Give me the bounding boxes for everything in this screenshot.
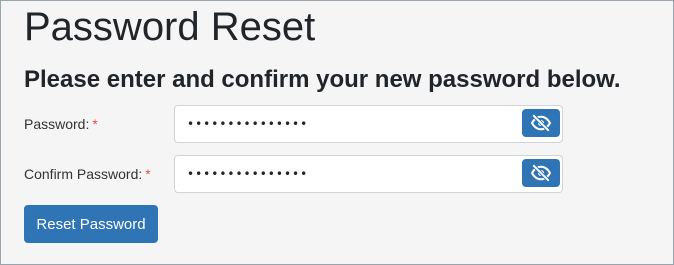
password-label: Password: *	[24, 115, 98, 133]
page-title: Password Reset	[24, 5, 316, 49]
confirm-password-label: Confirm Password: *	[24, 165, 151, 183]
confirm-password-input[interactable]	[175, 156, 515, 192]
page-instructions: Please enter and confirm your new passwo…	[24, 66, 621, 93]
confirm-password-input-group	[174, 155, 563, 193]
page-frame: Password Reset Please enter and confirm …	[0, 0, 674, 265]
password-input[interactable]	[175, 106, 515, 142]
password-row: Password: *	[24, 105, 564, 143]
eye-slash-icon	[531, 114, 551, 132]
password-label-text: Password:	[24, 116, 90, 132]
eye-slash-icon	[531, 164, 551, 182]
password-input-group	[174, 105, 563, 143]
show-confirm-password-toggle-button[interactable]	[522, 159, 560, 187]
required-marker: *	[145, 166, 151, 182]
reset-password-button[interactable]: Reset Password	[24, 205, 158, 243]
page-content: Password Reset Please enter and confirm …	[24, 1, 673, 264]
show-password-toggle-button[interactable]	[522, 109, 560, 137]
confirm-password-row: Confirm Password: *	[24, 155, 564, 193]
confirm-password-label-text: Confirm Password:	[24, 166, 143, 182]
required-marker: *	[92, 116, 98, 132]
